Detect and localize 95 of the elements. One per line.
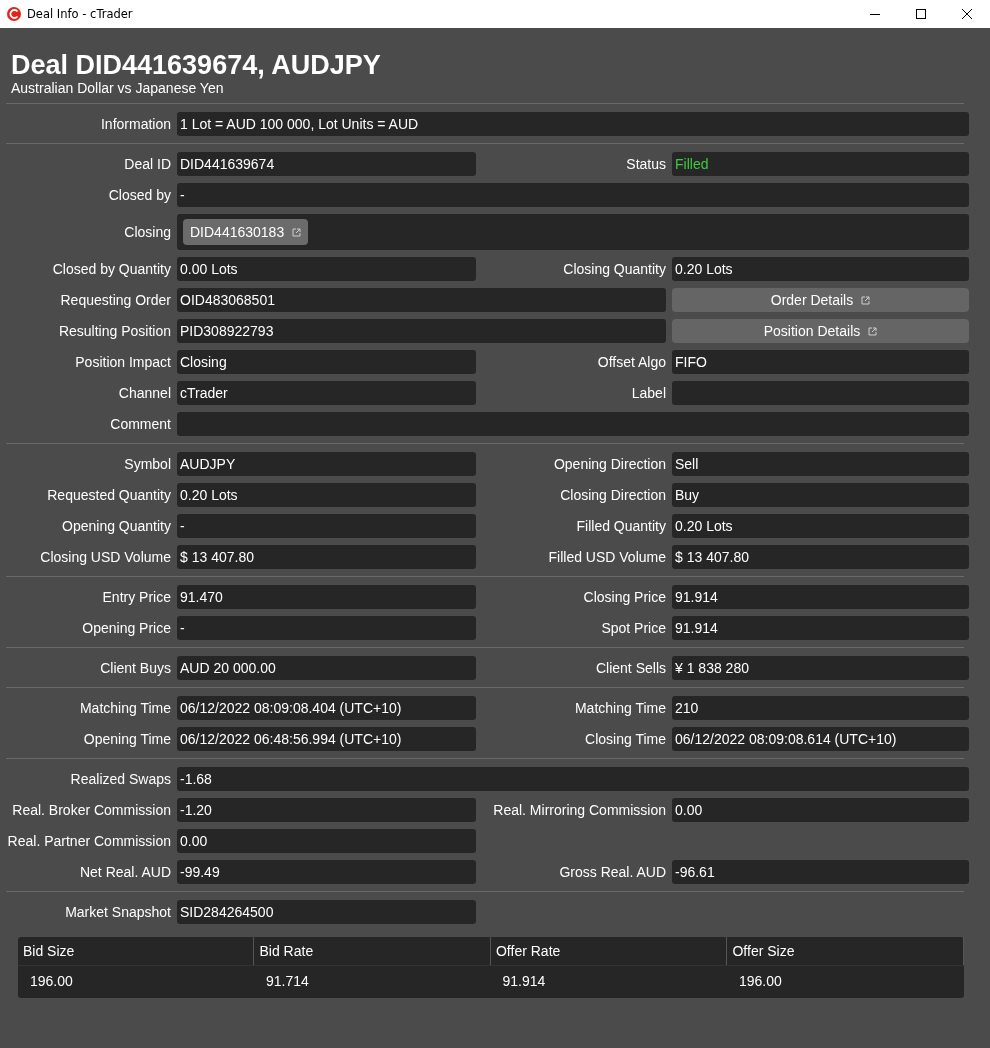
field-label: Comment (109, 416, 171, 432)
field-label: Filled Quantity (575, 518, 666, 534)
value-field: 0.20 Lots (177, 483, 476, 507)
value-field: 06/12/2022 06:48:56.994 (UTC+10) (177, 727, 476, 751)
field-label: Closing Price (582, 589, 666, 605)
value-field: Closing (177, 350, 476, 374)
field-label: Deal ID (123, 156, 171, 172)
symbol-description: Australian Dollar vs Japanese Yen (10, 80, 225, 96)
field-label: Client Sells (594, 660, 666, 676)
value-field: -1.68 (177, 767, 969, 791)
value-field: - (177, 183, 969, 207)
field-label: Real. Partner Commission (6, 833, 171, 849)
field-label: Information (99, 116, 171, 132)
field-label: Closing USD Volume (39, 549, 171, 565)
deal-link[interactable]: DID441630183 (183, 219, 309, 245)
field-label: Requested Quantity (46, 487, 171, 503)
field-label: Closed by (107, 187, 171, 203)
value-field: 0.20 Lots (672, 514, 969, 538)
field-label: Opening Direction (552, 456, 666, 472)
details-button[interactable]: Order Details (672, 288, 969, 312)
field-label: Closing Direction (559, 487, 666, 503)
value-field: 1 Lot = AUD 100 000, Lot Units = AUD (177, 112, 969, 136)
value-field: AUD 20 000.00 (177, 656, 476, 680)
field-label: Requesting Order (59, 292, 171, 308)
value-field: 0.00 Lots (177, 257, 476, 281)
field-label: Channel (117, 385, 171, 401)
field-label: Position Impact (74, 354, 171, 370)
external-link-icon (861, 295, 871, 305)
value-field: Buy (672, 483, 969, 507)
value-field: $ 13 407.80 (177, 545, 476, 569)
external-link-icon (868, 326, 878, 336)
deal-title: Deal DID441639674, AUDJPY (10, 50, 382, 80)
field-label: Matching Time (78, 700, 171, 716)
value-field: Sell (672, 452, 969, 476)
status-field: Filled (672, 152, 969, 176)
field-label: Label (630, 385, 666, 401)
external-link-icon (292, 227, 302, 237)
field-label: Client Buys (99, 660, 171, 676)
window-title: Deal Info - cTrader (27, 7, 134, 21)
column-header: Bid Size (18, 937, 254, 966)
app-logo-icon (7, 7, 21, 21)
field-label: Real. Mirroring Commission (492, 802, 666, 818)
value-field: -96.61 (672, 860, 969, 884)
value-field: 0.00 (177, 829, 476, 853)
value-field: AUDJPY (177, 452, 476, 476)
value-field: -99.49 (177, 860, 476, 884)
field-label: Opening Time (82, 731, 171, 747)
value-field: OID483068501 (177, 288, 666, 312)
value-field: -1.20 (177, 798, 476, 822)
field-label: Symbol (123, 456, 171, 472)
value-field: - (177, 514, 476, 538)
field-label: Gross Real. AUD (558, 864, 666, 880)
value-field: 06/12/2022 08:09:08.614 (UTC+10) (672, 727, 969, 751)
field-label: Status (625, 156, 666, 172)
close-icon (962, 9, 972, 19)
value-field: 210 (672, 696, 969, 720)
column-header: Offer Rate (490, 937, 727, 966)
field-label: Real. Broker Commission (11, 802, 171, 818)
column-header: Bid Rate (254, 937, 491, 966)
value-field: 91.470 (177, 585, 476, 609)
field-label: Closed by Quantity (51, 261, 171, 277)
field-label: Spot Price (600, 620, 666, 636)
value-field: 91.914 (672, 616, 969, 640)
details-button[interactable]: Position Details (672, 319, 969, 343)
value-field: - (177, 616, 476, 640)
value-field: DID441639674 (177, 152, 476, 176)
field-label: Opening Price (81, 620, 171, 636)
value-field: 0.00 (672, 798, 969, 822)
field-label: Realized Swaps (69, 771, 171, 787)
value-field: 06/12/2022 08:09:08.404 (UTC+10) (177, 696, 476, 720)
field-label: Net Real. AUD (78, 864, 171, 880)
value-field: PID308922793 (177, 319, 666, 343)
column-header: Offer Size (727, 937, 964, 966)
value-field: FIFO (672, 350, 969, 374)
value-field: $ 13 407.80 (672, 545, 969, 569)
field-label: Market Snapshot (64, 904, 171, 920)
field-label: Closing (123, 224, 171, 240)
table-cell: 91.914 (490, 965, 727, 998)
field-label: Entry Price (101, 589, 171, 605)
field-label: Resulting Position (57, 323, 171, 339)
table-cell: 196.00 (727, 965, 964, 998)
value-field: SID284264500 (177, 900, 476, 924)
field-label: Filled USD Volume (547, 549, 666, 565)
table-cell: 91.714 (254, 965, 491, 998)
field-label: Opening Quantity (61, 518, 171, 534)
field-label: Matching Time (573, 700, 666, 716)
value-field: ¥ 1 838 280 (672, 656, 969, 680)
value-field: cTrader (177, 381, 476, 405)
field-label: Closing Quantity (562, 261, 666, 277)
maximize-icon (916, 9, 926, 19)
field-label: Offset Algo (596, 354, 666, 370)
table-cell: 196.00 (18, 965, 254, 998)
value-field: 91.914 (672, 585, 969, 609)
value-field: 0.20 Lots (672, 257, 969, 281)
field-label: Closing Time (584, 731, 666, 747)
